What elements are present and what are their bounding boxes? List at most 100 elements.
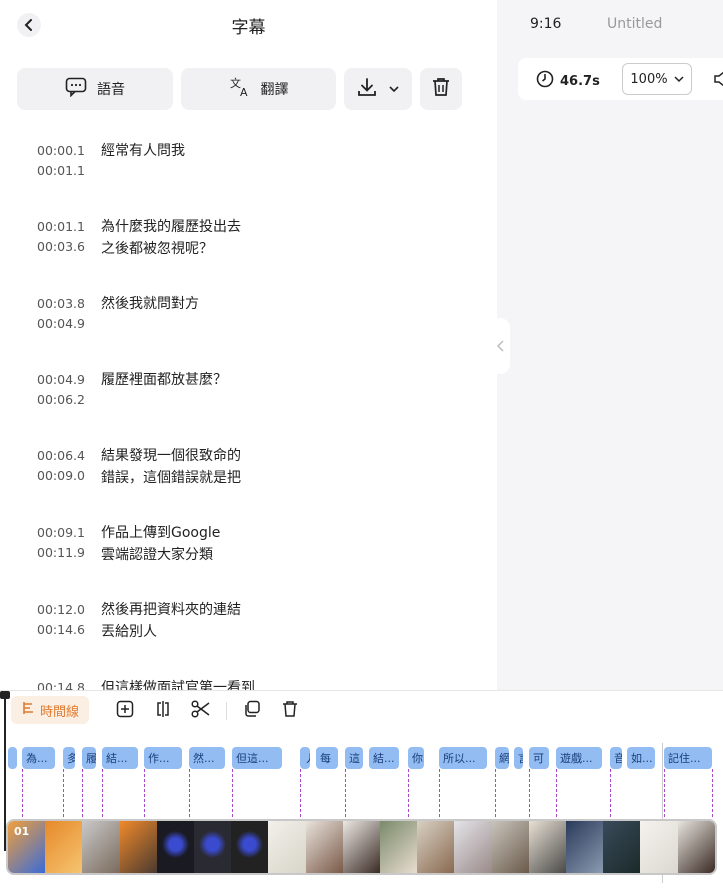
chip-marker bbox=[664, 769, 665, 817]
subtitle-item[interactable]: 00:01.1 00:03.6 為什麼我的履歷投出去 之後都被忽視呢？ bbox=[0, 214, 497, 290]
video-frame bbox=[82, 821, 120, 873]
subtitle-line[interactable]: 然後我就問對方 bbox=[101, 293, 199, 315]
svg-text:A: A bbox=[240, 86, 248, 98]
split-button[interactable] bbox=[152, 700, 174, 722]
subtitle-chip[interactable]: 結... bbox=[102, 747, 138, 769]
subtitle-item[interactable]: 00:00.1 00:01.1 經常有人問我 bbox=[0, 138, 497, 214]
subtitle-line[interactable]: 經常有人問我 bbox=[101, 140, 185, 162]
voice-button[interactable]: 語音 bbox=[17, 68, 173, 110]
subtitle-line[interactable]: 結果發現一個很致命的 bbox=[101, 445, 241, 467]
split-icon bbox=[154, 700, 172, 722]
playhead[interactable] bbox=[0, 691, 10, 851]
copy-icon bbox=[243, 700, 261, 722]
video-clip-strip[interactable] bbox=[6, 819, 717, 875]
subtitle-line[interactable]: 但這樣做面試官第一看到 bbox=[101, 677, 255, 690]
subtitle-line[interactable]: 然後再把資料夾的連結 bbox=[101, 599, 241, 621]
subtitle-start: 00:01.1 bbox=[37, 219, 85, 234]
chip-marker bbox=[345, 769, 346, 817]
subtitle-item[interactable]: 00:09.1 00:11.9 作品上傳到Google 雲端認證大家分類 bbox=[0, 520, 497, 596]
subtitle-chip[interactable]: 言 bbox=[514, 747, 523, 769]
subtitle-item[interactable]: 00:06.4 00:09.0 結果發現一個很致命的 錯誤，這個錯誤就是把 bbox=[0, 443, 497, 519]
subtitle-line[interactable]: 履歷裡面都放甚麼？ bbox=[101, 369, 227, 391]
subtitle-chip[interactable]: 但這... bbox=[232, 747, 282, 769]
subtitle-end: 00:11.9 bbox=[37, 545, 85, 560]
subtitle-end: 00:09.0 bbox=[37, 468, 85, 483]
subtitle-chip[interactable]: 你 bbox=[408, 747, 424, 769]
subtitle-chip[interactable]: 丿 bbox=[300, 747, 310, 769]
video-frame bbox=[380, 821, 418, 873]
subtitle-chip[interactable]: 丨 bbox=[8, 747, 17, 769]
video-frame bbox=[268, 821, 306, 873]
panel-title: 字幕 bbox=[231, 18, 266, 38]
aspect-ratio-selector[interactable]: 9:16 bbox=[530, 16, 561, 32]
zoom-select[interactable]: 100% bbox=[622, 63, 692, 95]
collapse-panel-handle[interactable] bbox=[490, 318, 510, 374]
subtitle-end: 00:06.2 bbox=[37, 392, 85, 407]
video-frame bbox=[603, 821, 641, 873]
subtitle-item[interactable]: 00:04.9 00:06.2 履歷裡面都放甚麼？ bbox=[0, 367, 497, 443]
subtitle-chip[interactable]: 記住... bbox=[664, 747, 712, 769]
duration-display: 46.7s bbox=[536, 70, 600, 92]
timeline-button[interactable]: 時間線 bbox=[11, 696, 89, 724]
clip-index-label: 01 bbox=[14, 825, 30, 838]
subtitle-start: 00:03.8 bbox=[37, 296, 85, 311]
chip-marker bbox=[63, 769, 64, 817]
project-title[interactable]: Untitled bbox=[607, 16, 662, 32]
subtitle-chip[interactable]: 每 bbox=[316, 747, 338, 769]
subtitle-line[interactable]: 為什麼我的履歷投出去 bbox=[101, 216, 241, 238]
download-button[interactable] bbox=[344, 68, 412, 110]
chip-marker bbox=[408, 769, 409, 817]
video-frame bbox=[231, 821, 269, 873]
subtitle-start: 00:06.4 bbox=[37, 448, 85, 463]
video-frame bbox=[156, 821, 195, 873]
scissors-icon bbox=[191, 700, 211, 722]
subtitle-start: 00:12.0 bbox=[37, 602, 85, 617]
subtitle-line[interactable]: 之後都被忽視呢？ bbox=[101, 238, 213, 260]
subtitle-start: 00:09.1 bbox=[37, 525, 85, 540]
add-clip-button[interactable] bbox=[114, 700, 136, 722]
duration-value: 46.7s bbox=[560, 73, 600, 89]
translate-icon: 文A bbox=[229, 76, 251, 102]
subtitle-chip[interactable]: 網 bbox=[495, 747, 509, 769]
subtitle-chip[interactable]: 為... bbox=[22, 747, 55, 769]
delete-button[interactable] bbox=[420, 68, 462, 110]
subtitle-line[interactable]: 雲端認證大家分類 bbox=[101, 544, 213, 566]
voice-button-label: 語音 bbox=[97, 82, 125, 98]
chip-marker bbox=[144, 769, 145, 817]
video-frame bbox=[45, 821, 83, 873]
duplicate-button[interactable] bbox=[241, 700, 263, 722]
cut-button[interactable] bbox=[190, 700, 212, 722]
subtitle-line[interactable]: 錯誤，這個錯誤就是把 bbox=[101, 467, 241, 489]
subtitle-line[interactable]: 丟給別人 bbox=[101, 621, 157, 643]
trash-icon bbox=[432, 77, 450, 101]
speech-bubble-icon bbox=[65, 77, 87, 101]
subtitle-item[interactable]: 00:12.0 00:14.6 然後再把資料夾的連結 丟給別人 bbox=[0, 597, 497, 673]
subtitle-chip[interactable]: 如... bbox=[627, 747, 655, 769]
subtitle-chip[interactable]: 這 bbox=[345, 747, 363, 769]
subtitle-chip[interactable]: 遊戲... bbox=[556, 747, 602, 769]
subtitle-start: 00:04.9 bbox=[37, 372, 85, 387]
subtitle-chip[interactable]: 履 bbox=[82, 747, 96, 769]
video-frame bbox=[491, 821, 529, 873]
subtitle-chip[interactable]: 多 bbox=[63, 747, 75, 769]
subtitle-item[interactable]: 00:03.8 00:04.9 然後我就問對方 bbox=[0, 291, 497, 367]
subtitle-chip[interactable]: 所以... bbox=[439, 747, 487, 769]
subtitle-chip[interactable]: 然... bbox=[189, 747, 225, 769]
chip-marker bbox=[232, 769, 233, 817]
translate-button[interactable]: 文A 翻譯 bbox=[181, 68, 336, 110]
subtitle-end: 00:04.9 bbox=[37, 316, 85, 331]
subtitle-chip[interactable]: 作... bbox=[144, 747, 182, 769]
subtitle-item[interactable]: 00:14.8 但這樣做面試官第一看到 bbox=[0, 675, 497, 690]
timeline-button-label: 時間線 bbox=[39, 704, 79, 720]
chip-marker bbox=[22, 769, 23, 817]
subtitle-chip[interactable]: 結... bbox=[369, 747, 399, 769]
speaker-icon[interactable] bbox=[713, 70, 723, 92]
delete-clip-button[interactable] bbox=[279, 700, 301, 722]
chip-marker bbox=[610, 769, 611, 817]
chip-marker bbox=[556, 769, 557, 817]
subtitle-chip[interactable]: 音 bbox=[610, 747, 622, 769]
video-frame bbox=[305, 821, 343, 873]
subtitle-chip[interactable]: 可 bbox=[529, 747, 549, 769]
video-frame bbox=[566, 821, 604, 873]
subtitle-line[interactable]: 作品上傳到Google bbox=[101, 522, 220, 544]
